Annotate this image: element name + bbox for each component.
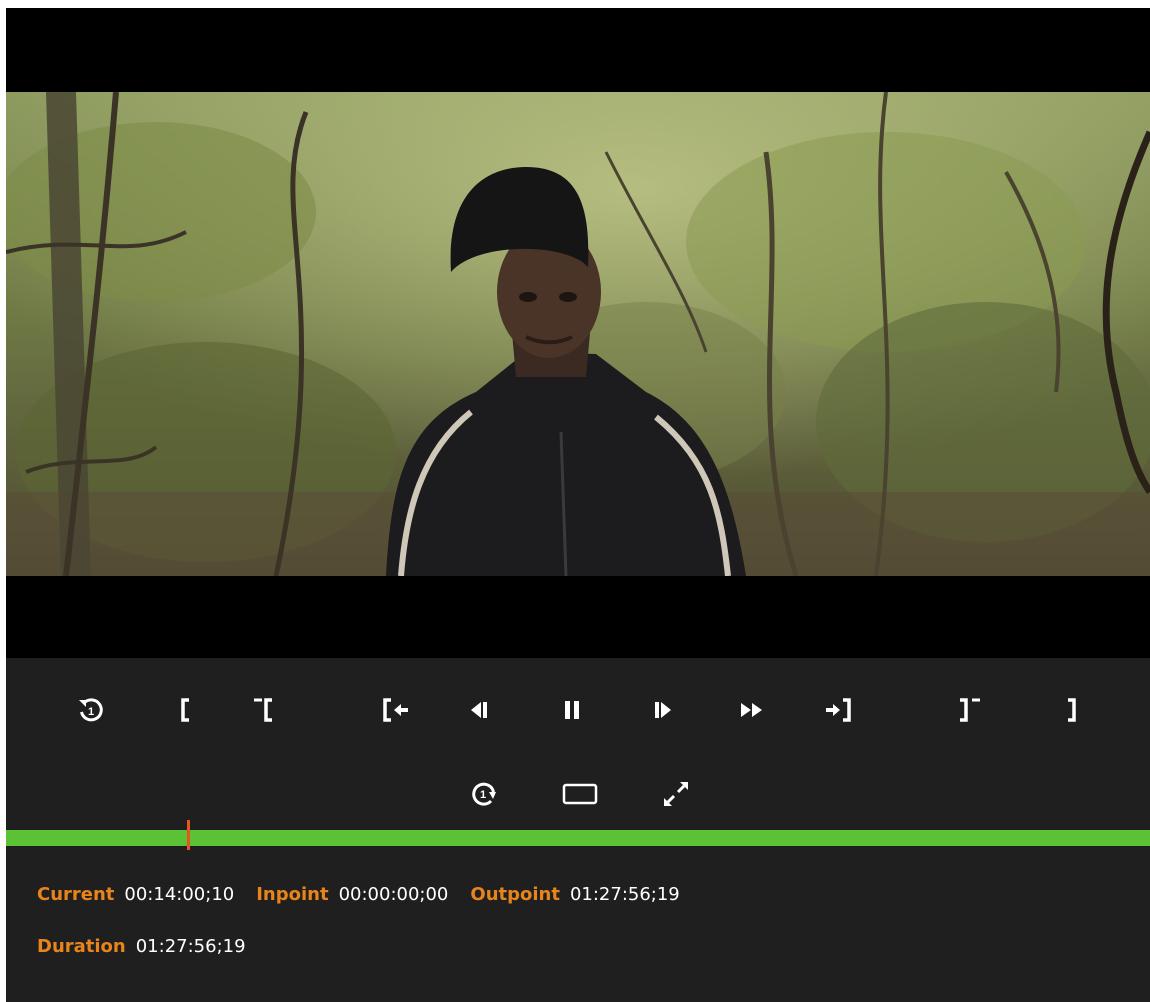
pause-button[interactable] [546, 684, 598, 736]
fullscreen-icon [664, 782, 688, 806]
video-frame-image [6, 92, 1150, 576]
current-label: Current [37, 884, 115, 905]
set-outpoint-icon [1068, 698, 1076, 722]
outpoint-value: 01:27:56;19 [569, 884, 680, 905]
duration-label: Duration [37, 936, 126, 957]
pause-icon [565, 701, 579, 719]
fullscreen-button[interactable] [650, 768, 702, 820]
aspect-ratio-button[interactable] [554, 768, 606, 820]
view-controls: 1 [6, 768, 1150, 820]
timeline-scrubber[interactable] [6, 820, 1150, 850]
duration-value: 01:27:56;19 [135, 936, 246, 957]
go-to-outpoint-icon [826, 698, 851, 722]
clear-outpoint-button[interactable] [942, 684, 994, 736]
fast-forward-icon [741, 703, 762, 717]
transport-controls: 1 [6, 684, 1150, 736]
clear-inpoint-icon [254, 698, 272, 722]
aspect-ratio-icon [562, 783, 598, 805]
step-forward-icon [655, 702, 671, 718]
outpoint-label: Outpoint [470, 884, 560, 905]
set-outpoint-button[interactable] [1044, 684, 1096, 736]
duration-info: Duration 01:27:56;19 [37, 936, 268, 957]
step-back-button[interactable] [454, 684, 506, 736]
fast-forward-button[interactable] [726, 684, 778, 736]
video-viewport[interactable] [6, 8, 1150, 658]
set-inpoint-button[interactable] [161, 684, 213, 736]
go-to-inpoint-button[interactable] [370, 684, 422, 736]
go-to-inpoint-icon [383, 698, 408, 722]
step-back-icon [471, 702, 487, 718]
video-player: 1 1 Current 00:14:00;10 Inpoint 00:00:00… [6, 8, 1150, 1002]
loop-once-label: 1 [480, 789, 486, 801]
loop-once-button[interactable]: 1 [458, 768, 510, 820]
set-inpoint-icon [181, 698, 189, 722]
inpoint-value: 00:00:00;00 [338, 884, 449, 905]
clear-inpoint-button[interactable] [240, 684, 292, 736]
replay-button[interactable]: 1 [65, 684, 117, 736]
replay-label: 1 [88, 706, 94, 718]
video-frame [6, 92, 1150, 576]
go-to-outpoint-button[interactable] [812, 684, 864, 736]
timecode-info: Current 00:14:00;10 Inpoint 00:00:00;00 Outp… [37, 884, 702, 905]
replay-icon: 1 [79, 698, 103, 722]
current-value: 00:14:00;10 [124, 884, 235, 905]
inpoint-label: Inpoint [256, 884, 329, 905]
step-forward-button[interactable] [636, 684, 688, 736]
playhead[interactable] [186, 820, 190, 850]
clear-outpoint-icon [960, 698, 980, 722]
loop-once-icon: 1 [472, 782, 496, 806]
